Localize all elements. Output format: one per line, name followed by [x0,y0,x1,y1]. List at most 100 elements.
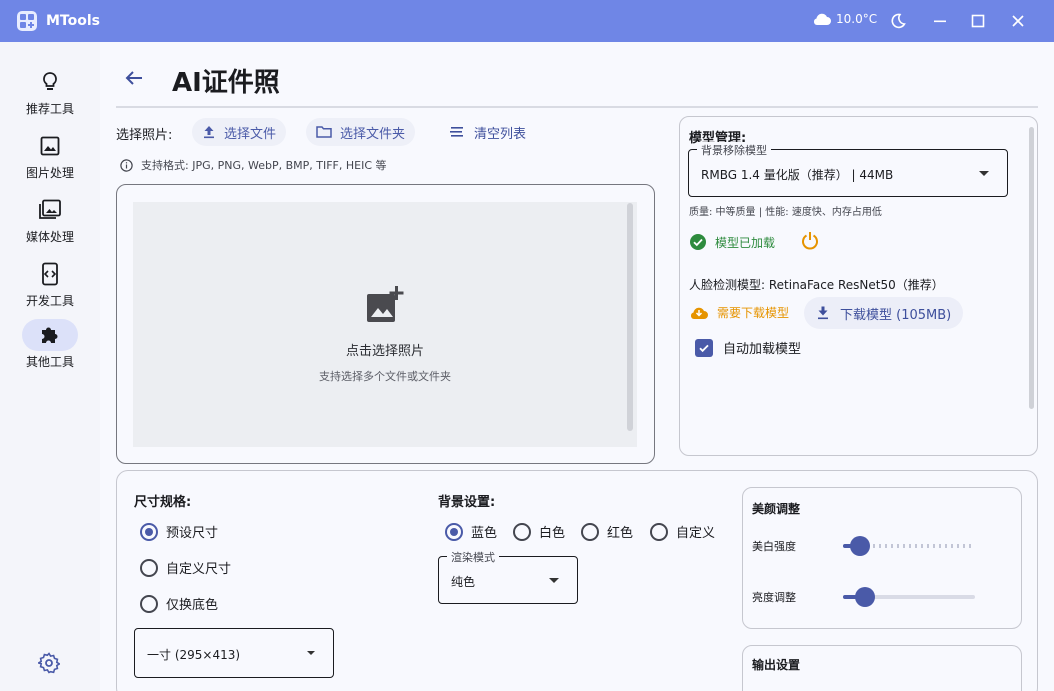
chevron-down-icon [979,171,989,176]
sidebar-item-label: 推荐工具 [25,102,74,116]
size-option-bg-only[interactable]: 仅换底色 [140,594,218,613]
bg-model-dropdown[interactable]: 背景移除模型 RMBG 1.4 量化版（推荐） | 44MB [688,142,1008,197]
bg-option-custom[interactable]: 自定义 [650,522,715,541]
model-status: 模型已加载 [689,233,775,251]
background-section-title: 背景设置: [438,495,496,510]
maximize-button[interactable] [968,11,988,31]
bg-option-label: 红色 [607,526,634,541]
bg-option-red[interactable]: 红色 [581,522,633,541]
title-bar: MTools 10.0°C [0,0,1054,42]
photo-library-icon [22,194,78,226]
sidebar-item-label: 媒体处理 [25,230,74,244]
unload-model-button[interactable] [800,231,820,255]
download-model-label: 下载模型 (105MB) [840,307,952,323]
bg-option-label: 蓝色 [471,526,498,541]
lightbulb-icon [22,66,78,98]
minimize-icon [934,20,946,23]
size-option-label: 仅换底色 [166,598,219,613]
check-circle-icon [690,234,706,250]
app-logo-icon [17,11,37,31]
arrow-back-icon [125,71,142,85]
photo-drop-zone[interactable]: 点击选择照片 支持选择多个文件或文件夹 [116,184,655,464]
radio-button[interactable] [140,594,158,613]
face-model-text: 人脸检测模型: RetinaFace ResNet50（推荐） [689,278,944,292]
sidebar-item-recommended[interactable]: 推荐工具 [10,66,90,126]
bg-option-white[interactable]: 白色 [513,522,565,541]
sidebar-item-media[interactable]: 媒体处理 [10,194,90,254]
render-mode-value: 纯色 [451,575,476,589]
select-file-label: 选择文件 [224,126,277,142]
formats-text: 支持格式: JPG, PNG, WebP, BMP, TIFF, HEIC 等 [141,159,387,172]
auto-load-label: 自动加载模型 [723,342,802,357]
minimize-button[interactable] [930,11,950,31]
gear-icon [36,652,61,674]
clear-all-icon [450,127,463,137]
settings-button[interactable] [36,652,62,676]
radio-button[interactable] [581,522,599,541]
main-content: AI证件照 选择照片: 选择文件 选择文件夹 清空列表 支持格式: JPG, P… [100,42,1054,691]
radio-button[interactable] [140,522,158,541]
auto-load-checkbox-row[interactable]: 自动加载模型 [695,338,801,357]
size-option-preset[interactable]: 预设尺寸 [140,522,218,541]
power-icon [802,232,818,250]
chevron-down-icon [307,651,315,655]
app-name: MTools [46,13,100,29]
folder-icon [316,126,332,138]
supported-formats: 支持格式: JPG, PNG, WebP, BMP, TIFF, HEIC 等 [120,157,387,173]
drop-sub-text: 支持选择多个文件或文件夹 [319,370,451,383]
drop-area[interactable]: 点击选择照片 支持选择多个文件或文件夹 [133,202,637,447]
sidebar-item-image[interactable]: 图片处理 [10,130,90,190]
size-section-title: 尺寸规格: [134,495,192,510]
sidebar-item-label: 其他工具 [25,355,74,369]
beauty-title: 美颜调整 [752,502,801,516]
preset-size-value: 一寸 (295×413) [147,648,241,662]
back-button[interactable] [120,64,148,92]
need-download-text: 需要下载模型 [717,306,790,320]
model-quality-text: 质量: 中等质量 | 性能: 速度快、内存占用低 [689,207,882,218]
brightness-slider-thumb[interactable] [855,587,876,607]
drop-zone-scrollbar[interactable] [627,203,633,431]
radio-button[interactable] [513,522,531,541]
moon-icon [891,13,906,29]
bg-option-label: 白色 [539,526,566,541]
select-folder-button[interactable]: 选择文件夹 [306,118,416,146]
bg-option-blue[interactable]: 蓝色 [445,522,497,541]
photo-settings-card: 尺寸规格: 预设尺寸 自定义尺寸 仅换底色 一寸 (295×413) 背景设置:… [116,470,1038,691]
bg-model-label: 背景移除模型 [697,142,771,158]
close-button[interactable] [1008,11,1028,31]
maximize-icon [971,14,985,28]
radio-button[interactable] [650,522,668,541]
whitening-label: 美白强度 [752,540,796,553]
sidebar-item-label: 开发工具 [25,294,74,308]
theme-toggle-button[interactable] [888,11,908,31]
size-option-custom[interactable]: 自定义尺寸 [140,558,231,577]
beauty-adjust-card: 美颜调整 美白强度 亮度调整 [742,487,1022,629]
radio-button[interactable] [140,558,158,577]
sidebar-item-label: 图片处理 [25,166,74,180]
download-model-button[interactable]: 下载模型 (105MB) [804,297,964,329]
weather-temp: 10.0°C [836,12,878,26]
preset-size-dropdown[interactable]: 一寸 (295×413) [134,628,334,678]
radio-button[interactable] [445,522,463,541]
sidebar-item-other[interactable]: 其他工具 [10,319,90,379]
clear-list-button[interactable]: 清空列表 [450,118,526,146]
weather-widget[interactable]: 10.0°C [812,12,877,26]
sidebar-item-dev[interactable]: 开发工具 [10,258,90,318]
cloud-icon [813,13,831,25]
render-mode-dropdown[interactable]: 渲染模式 纯色 [438,549,578,604]
whitening-slider[interactable] [843,536,975,556]
upload-icon [204,126,214,139]
brightness-slider[interactable] [843,587,975,607]
code-icon [22,258,78,290]
page-title: AI证件照 [172,68,280,98]
model-panel-scrollbar[interactable] [1029,127,1034,409]
chevron-down-icon [549,578,559,583]
add-photo-icon [365,286,405,330]
image-icon [22,130,78,162]
whitening-slider-thumb[interactable] [850,536,871,556]
auto-load-checkbox[interactable] [695,338,713,357]
size-option-label: 自定义尺寸 [166,562,232,577]
select-file-button[interactable]: 选择文件 [192,118,287,146]
close-icon [1012,15,1024,27]
bg-option-label: 自定义 [676,526,716,541]
